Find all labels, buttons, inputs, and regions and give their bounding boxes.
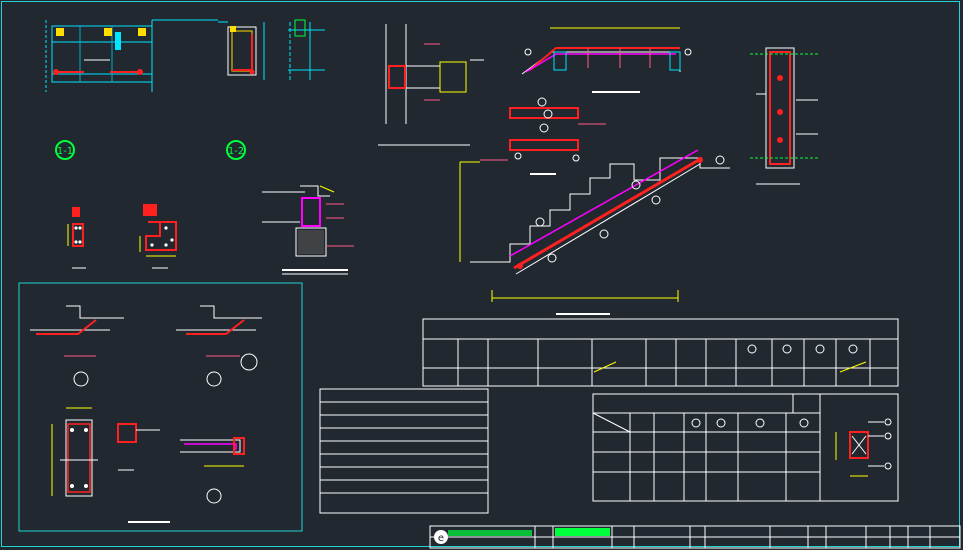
column-elevation-bottom: [51, 407, 98, 497]
column-section-small: [67, 207, 86, 269]
cad-drawing-canvas[interactable]: 1-1 1-2 e: [0, 0, 963, 550]
column-section-l: [139, 204, 177, 269]
beam-detail-bottom: [117, 423, 245, 523]
main-stair-flight: [459, 149, 730, 315]
schedule-table-top: [422, 318, 899, 387]
wall-beam-detail: [378, 24, 484, 146]
stair-footing-detail: [262, 185, 354, 275]
landing-detail-b: [176, 305, 262, 387]
section-marker-1-label: 1-1: [57, 146, 73, 157]
column-detail-right: [750, 47, 820, 185]
schedule-table-bottom: [592, 393, 899, 502]
logo-text: e: [438, 533, 444, 544]
detail-frame: [18, 282, 303, 532]
upper-stair-flight: [521, 27, 692, 93]
title-block: [429, 525, 961, 549]
title-block-logo: e: [434, 530, 448, 544]
beam-section-center: [480, 97, 606, 175]
section-marker-2-label: 1-2: [228, 146, 244, 157]
landing-detail-a: [30, 305, 124, 387]
plan-detail-left: [45, 19, 218, 92]
section-marker-1[interactable]: 1-1: [55, 140, 75, 160]
plan-detail-right: [218, 19, 325, 80]
notes-table: [319, 388, 489, 514]
section-marker-2[interactable]: 1-2: [226, 140, 246, 160]
